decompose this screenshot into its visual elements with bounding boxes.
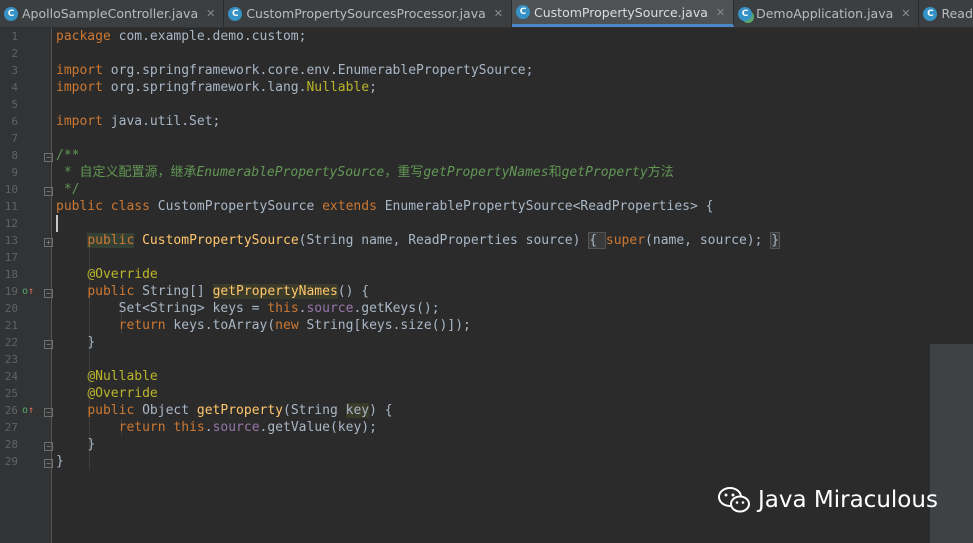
editor-tab-bar: C ApolloSampleController.java ✕ C Custom…: [0, 0, 973, 28]
line-number: 1: [11, 30, 18, 43]
line-number: 17: [4, 251, 18, 264]
tab-label: CustomPropertySourcesProcessor.java: [246, 6, 486, 21]
fold-toggle-icon[interactable]: −: [44, 408, 53, 417]
text-caret: [56, 215, 58, 232]
fold-toggle-icon[interactable]: −: [44, 442, 53, 451]
code-line: @Override: [87, 267, 158, 282]
watermark: Java Miraculous: [718, 487, 938, 513]
fold-toggle-icon[interactable]: −: [44, 340, 53, 349]
line-number-gutter: 1 2 3 4 5 6 7 8 9 10 11 12 13 17 18 19 2…: [0, 28, 53, 543]
fold-toggle-icon[interactable]: −: [44, 153, 53, 162]
line-number: 22: [4, 336, 18, 349]
fold-toggle-icon[interactable]: −: [44, 187, 53, 196]
line-number: 4: [11, 81, 18, 94]
wechat-icon: [718, 487, 750, 513]
line-number: 11: [4, 200, 18, 213]
line-number: 27: [4, 421, 18, 434]
close-icon[interactable]: ✕: [494, 7, 503, 20]
line-number: 8: [11, 149, 18, 162]
code-line: import org.springframework.lang.Nullable…: [56, 80, 377, 95]
java-class-icon: C: [923, 6, 938, 21]
code-line: }: [56, 454, 64, 469]
code-line: public String[] getPropertyNames() {: [87, 284, 370, 299]
code-line: @Nullable: [87, 369, 158, 384]
line-number: 6: [11, 115, 18, 128]
close-icon[interactable]: ✕: [206, 7, 215, 20]
tab-label: ReadProperti: [941, 6, 973, 21]
line-number: 12: [4, 217, 18, 230]
override-method-icon[interactable]: o↑: [22, 283, 34, 300]
line-number: 9: [11, 166, 18, 179]
line-number: 21: [4, 319, 18, 332]
line-number: 7: [11, 132, 18, 145]
line-number: 18: [4, 268, 18, 281]
code-line: */: [56, 182, 80, 197]
line-number: 5: [11, 98, 18, 111]
java-class-icon: C: [4, 6, 18, 21]
fold-toggle-icon[interactable]: −: [44, 459, 53, 468]
tab-custom-property-sources-processor[interactable]: C CustomPropertySourcesProcessor.java ✕: [224, 0, 512, 27]
tab-apollo-sample-controller[interactable]: C ApolloSampleController.java ✕: [0, 0, 225, 27]
code-line: }: [87, 335, 96, 350]
code-line: public CustomPropertySource(String name,…: [87, 232, 781, 249]
tab-label: ApolloSampleController.java: [22, 6, 199, 21]
code-line: public Object getProperty(String key) {: [87, 403, 393, 418]
line-number: 28: [4, 438, 18, 451]
watermark-text: Java Miraculous: [758, 487, 938, 513]
code-editor[interactable]: package com.example.demo.custom; import …: [53, 28, 973, 543]
line-number: 19: [4, 285, 18, 298]
fold-expand-icon[interactable]: +: [44, 238, 53, 247]
code-line: }: [87, 437, 96, 452]
tab-custom-property-source[interactable]: C CustomPropertySource.java ✕: [512, 0, 735, 27]
code-line: return this.source.getValue(key);: [118, 420, 377, 435]
tab-read-properties[interactable]: C ReadProperti: [919, 0, 973, 27]
code-line: public class CustomPropertySource extend…: [56, 199, 714, 214]
line-number: 13: [4, 234, 18, 247]
code-line: return keys.toArray(new String[keys.size…: [118, 318, 471, 333]
override-method-icon[interactable]: o↑: [22, 402, 34, 419]
code-line: package com.example.demo.custom;: [56, 29, 307, 44]
line-number: 29: [4, 455, 18, 468]
java-runnable-class-icon: C: [738, 6, 753, 21]
code-line: * 自定义配置源，继承EnumerablePropertySource，重写ge…: [56, 165, 674, 180]
line-number: 10: [4, 183, 18, 196]
line-number: 3: [11, 64, 18, 77]
java-class-icon: C: [228, 6, 243, 21]
java-class-icon: C: [516, 5, 530, 19]
code-line: import org.springframework.core.env.Enum…: [56, 63, 534, 78]
fold-toggle-icon[interactable]: −: [44, 289, 53, 298]
line-number: 24: [4, 370, 18, 383]
line-number: 20: [4, 302, 18, 315]
close-icon[interactable]: ✕: [901, 7, 910, 20]
vertical-scrollbar-thumb[interactable]: [930, 344, 973, 543]
tab-demo-application[interactable]: C DemoApplication.java ✕: [734, 0, 920, 27]
close-icon[interactable]: ✕: [716, 6, 725, 19]
code-line: Set<String> keys = this.source.getKeys()…: [118, 301, 440, 316]
line-number: 23: [4, 353, 18, 366]
code-line: import java.util.Set;: [56, 114, 221, 129]
line-number: 26: [4, 404, 18, 417]
code-line: @Override: [87, 386, 158, 401]
line-number: 2: [11, 47, 18, 60]
code-line: /**: [56, 148, 80, 163]
line-number: 25: [4, 387, 18, 400]
tab-label: DemoApplication.java: [756, 6, 894, 21]
tab-label: CustomPropertySource.java: [534, 4, 708, 20]
